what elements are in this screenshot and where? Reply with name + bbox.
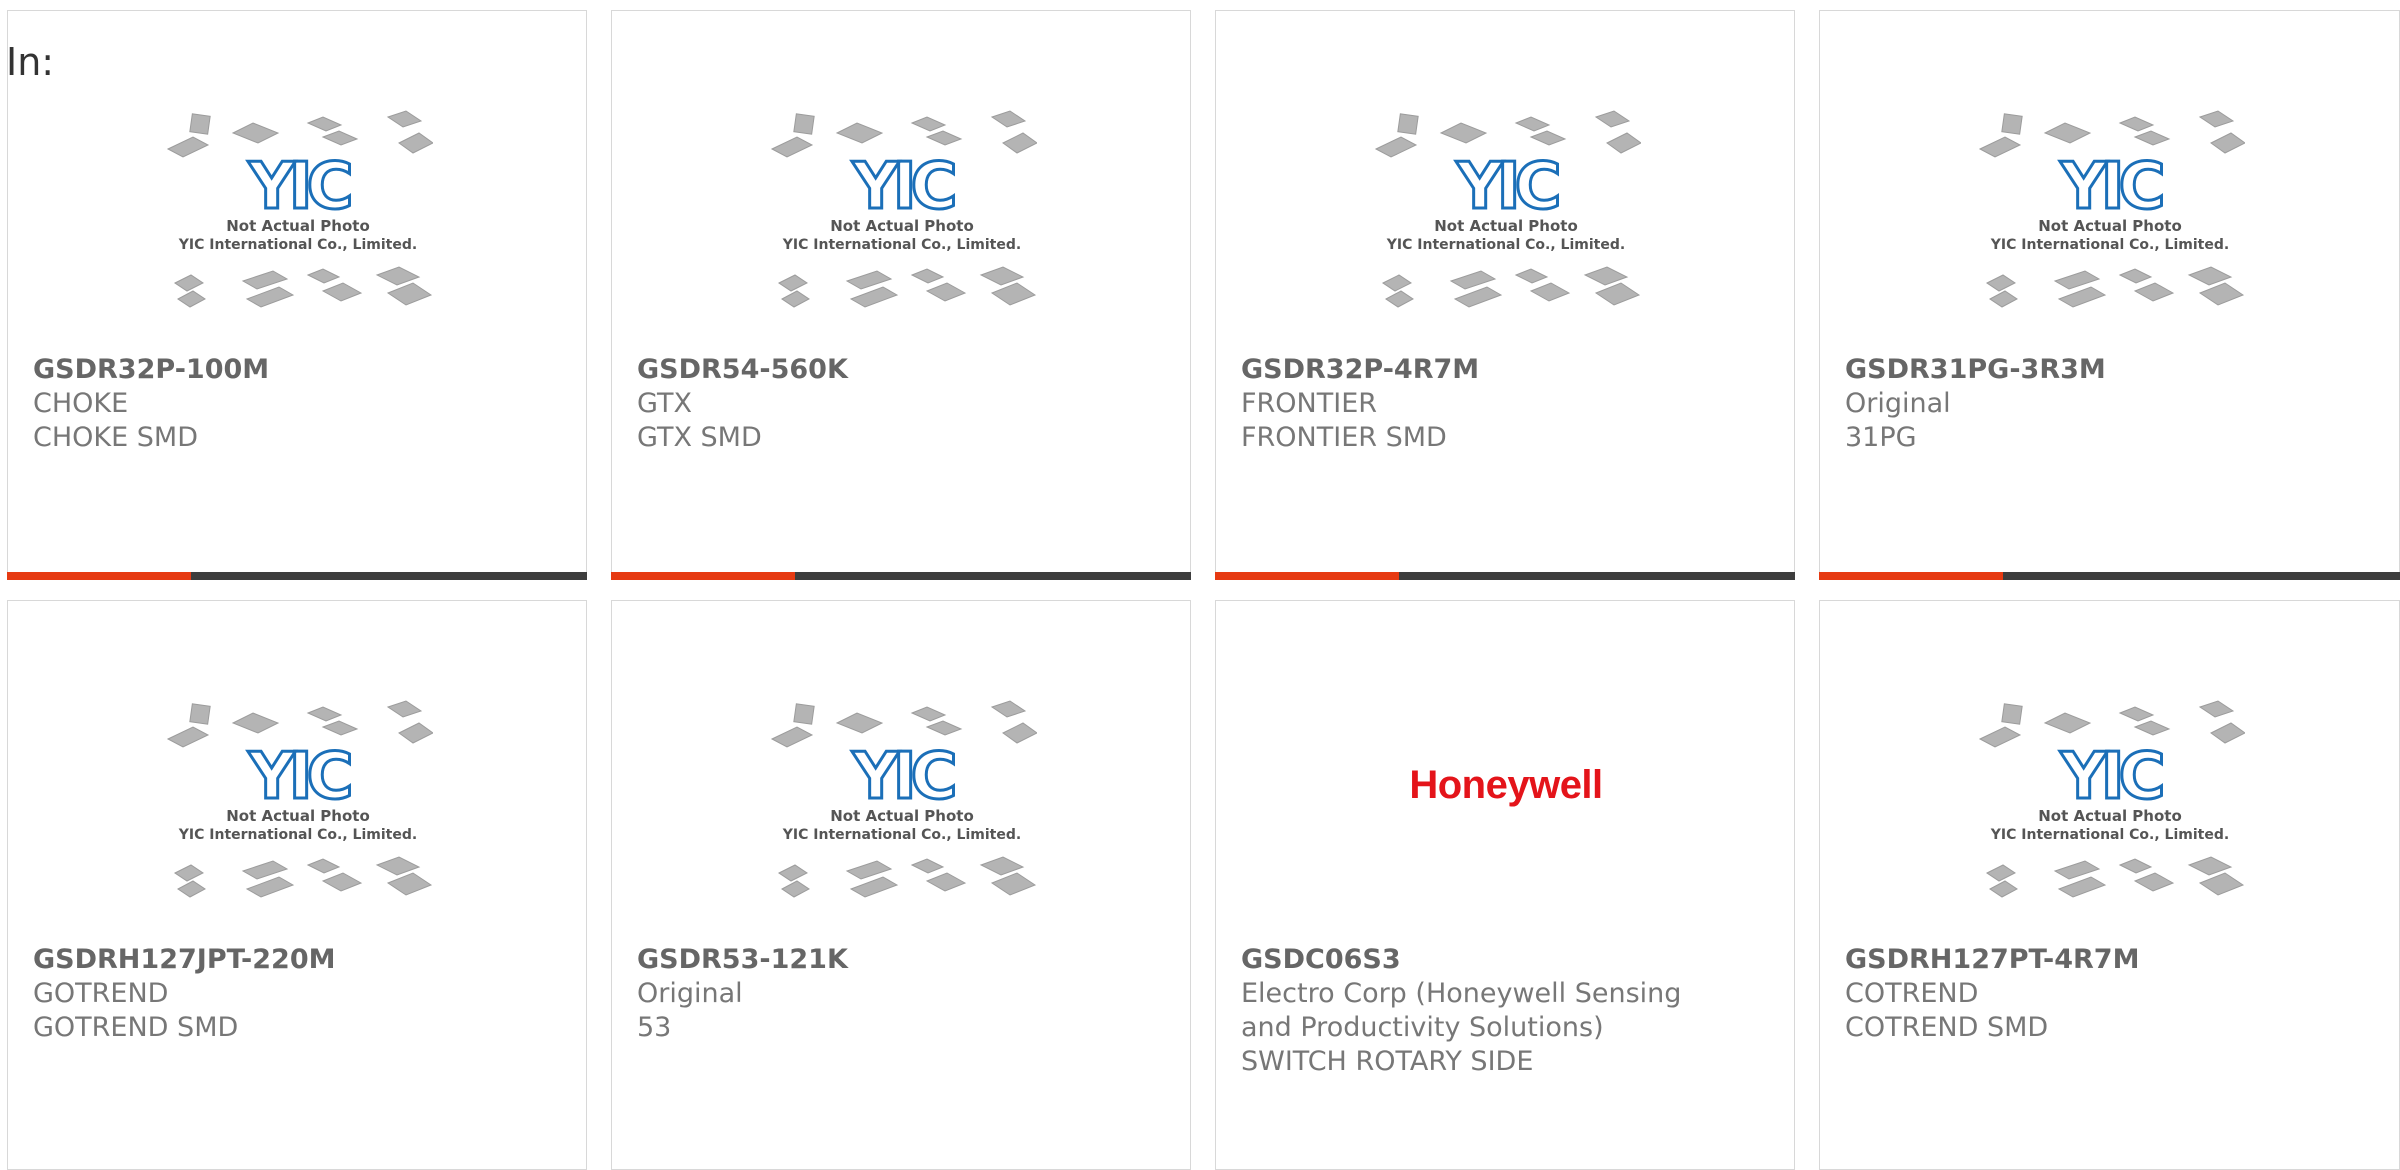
svg-text:YIC International Co., Limited: YIC International Co., Limited. bbox=[782, 237, 1021, 253]
product-card[interactable]: Not Actual Photo YIC International Co., … bbox=[7, 10, 587, 580]
description: CHOKE SMD bbox=[33, 422, 198, 453]
part-number[interactable]: GSDR32P-100M bbox=[33, 353, 566, 387]
yic-placeholder-image: Not Actual Photo YIC International Co., … bbox=[1978, 700, 2245, 898]
product-card[interactable]: Not Actual Photo YIC International Co., … bbox=[611, 10, 1191, 580]
honeywell-logo: Honeywell bbox=[1216, 683, 1796, 917]
honeywell-logo-text: Honeywell bbox=[1409, 762, 1603, 807]
product-info: GSDR54-560K GTX GTX SMD bbox=[637, 353, 1170, 455]
yic-placeholder-image: Not Actual Photo YIC International Co., … bbox=[166, 110, 433, 308]
description: GOTREND SMD bbox=[33, 1012, 239, 1043]
svg-text:YIC: YIC bbox=[851, 740, 953, 814]
svg-text:YIC: YIC bbox=[247, 150, 349, 224]
part-number[interactable]: GSDR54-560K bbox=[637, 353, 1170, 387]
part-number[interactable]: GSDC06S3 bbox=[1241, 943, 1774, 977]
part-number[interactable]: GSDR32P-4R7M bbox=[1241, 353, 1774, 387]
card-bar bbox=[1215, 572, 1795, 580]
yic-placeholder-image: Not Actual Photo YIC International Co., … bbox=[166, 700, 433, 898]
manufacturer: Original bbox=[637, 978, 743, 1009]
part-number[interactable]: GSDR53-121K bbox=[637, 943, 1170, 977]
manufacturer: Original bbox=[1845, 388, 1951, 419]
product-info: GSDC06S3 Electro Corp (Honeywell Sensing… bbox=[1241, 943, 1774, 1079]
product-image: Not Actual Photo YIC International Co., … bbox=[612, 683, 1192, 917]
product-card[interactable]: Honeywell GSDC06S3 Electro Corp (Honeywe… bbox=[1215, 600, 1795, 1170]
product-image: Not Actual Photo YIC International Co., … bbox=[1216, 93, 1796, 327]
filter-label: In: bbox=[6, 40, 55, 84]
card-bar-accent bbox=[1215, 572, 1399, 580]
card-bar bbox=[1819, 572, 2400, 580]
svg-text:YIC International Co., Limited: YIC International Co., Limited. bbox=[1386, 237, 1625, 253]
part-number[interactable]: GSDRH127PT-4R7M bbox=[1845, 943, 2379, 977]
svg-text:YIC International Co., Limited: YIC International Co., Limited. bbox=[178, 827, 417, 843]
product-card[interactable]: Not Actual Photo YIC International Co., … bbox=[1215, 10, 1795, 580]
product-info: GSDRH127JPT-220M GOTREND GOTREND SMD bbox=[33, 943, 566, 1045]
product-card[interactable]: Not Actual Photo YIC International Co., … bbox=[611, 600, 1191, 1170]
yic-placeholder-image: Not Actual Photo YIC International Co., … bbox=[770, 110, 1037, 308]
svg-text:YIC: YIC bbox=[2059, 740, 2161, 814]
product-image: Not Actual Photo YIC International Co., … bbox=[1820, 683, 2400, 917]
description: GTX SMD bbox=[637, 422, 762, 453]
manufacturer-line-1: Electro Corp (Honeywell Sensing bbox=[1241, 978, 1682, 1009]
manufacturer: GTX bbox=[637, 388, 692, 419]
card-bar-accent bbox=[1819, 572, 2003, 580]
svg-text:YIC International Co., Limited: YIC International Co., Limited. bbox=[1990, 827, 2229, 843]
manufacturer: CHOKE bbox=[33, 388, 129, 419]
product-card[interactable]: Not Actual Photo YIC International Co., … bbox=[1819, 10, 2400, 580]
product-image: Not Actual Photo YIC International Co., … bbox=[8, 93, 588, 327]
svg-text:YIC: YIC bbox=[851, 150, 953, 224]
description: SWITCH ROTARY SIDE bbox=[1241, 1046, 1534, 1077]
manufacturer: COTREND bbox=[1845, 978, 1979, 1009]
svg-text:YIC International Co., Limited: YIC International Co., Limited. bbox=[782, 827, 1021, 843]
yic-placeholder-image: Not Actual Photo YIC International Co., … bbox=[1978, 110, 2245, 308]
card-bar bbox=[611, 572, 1191, 580]
product-image: Honeywell bbox=[1216, 683, 1796, 917]
yic-placeholder-image: Not Actual Photo YIC International Co., … bbox=[1374, 110, 1641, 308]
product-info: GSDR32P-100M CHOKE CHOKE SMD bbox=[33, 353, 566, 455]
description: FRONTIER SMD bbox=[1241, 422, 1447, 453]
part-number[interactable]: GSDR31PG-3R3M bbox=[1845, 353, 2379, 387]
svg-text:YIC: YIC bbox=[247, 740, 349, 814]
product-image: Not Actual Photo YIC International Co., … bbox=[8, 683, 588, 917]
description: 53 bbox=[637, 1012, 672, 1043]
description: COTREND SMD bbox=[1845, 1012, 2049, 1043]
card-bar-accent bbox=[611, 572, 795, 580]
svg-text:YIC: YIC bbox=[1455, 150, 1557, 224]
product-info: GSDRH127PT-4R7M COTREND COTREND SMD bbox=[1845, 943, 2379, 1045]
product-info: GSDR31PG-3R3M Original 31PG bbox=[1845, 353, 2379, 455]
svg-text:YIC: YIC bbox=[2059, 150, 2161, 224]
product-card[interactable]: Not Actual Photo YIC International Co., … bbox=[7, 600, 587, 1170]
product-image: Not Actual Photo YIC International Co., … bbox=[612, 93, 1192, 327]
manufacturer-line-2: and Productivity Solutions) bbox=[1241, 1012, 1604, 1043]
card-bar bbox=[7, 572, 587, 580]
product-image: Not Actual Photo YIC International Co., … bbox=[1820, 93, 2400, 327]
manufacturer: FRONTIER bbox=[1241, 388, 1378, 419]
description: 31PG bbox=[1845, 422, 1917, 453]
svg-text:YIC International Co., Limited: YIC International Co., Limited. bbox=[178, 237, 417, 253]
card-bar-accent bbox=[7, 572, 191, 580]
part-number[interactable]: GSDRH127JPT-220M bbox=[33, 943, 566, 977]
product-card[interactable]: Not Actual Photo YIC International Co., … bbox=[1819, 600, 2400, 1170]
manufacturer: GOTREND bbox=[33, 978, 169, 1009]
svg-text:YIC International Co., Limited: YIC International Co., Limited. bbox=[1990, 237, 2229, 253]
product-info: GSDR53-121K Original 53 bbox=[637, 943, 1170, 1045]
product-info: GSDR32P-4R7M FRONTIER FRONTIER SMD bbox=[1241, 353, 1774, 455]
product-grid: Not Actual Photo YIC International Co., … bbox=[0, 0, 2400, 1170]
yic-placeholder-image: Not Actual Photo YIC International Co., … bbox=[770, 700, 1037, 898]
